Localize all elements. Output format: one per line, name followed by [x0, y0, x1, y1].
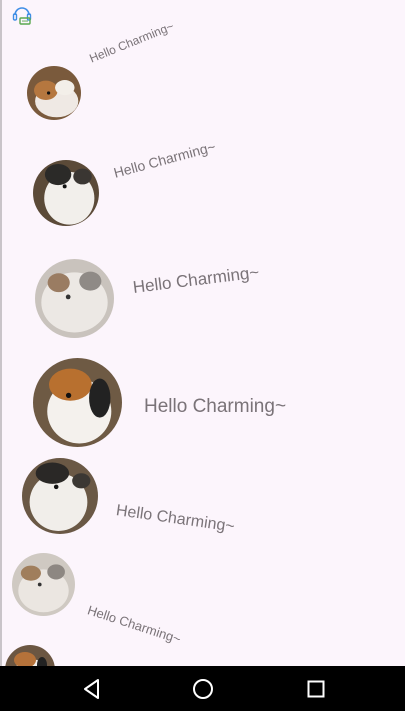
- guinea-pig-avatar: [22, 458, 98, 534]
- list-item-caption: Hello Charming~: [111, 138, 218, 181]
- home-circle-icon[interactable]: [188, 674, 218, 704]
- system-navigation-bar: [0, 666, 405, 711]
- guinea-pig-avatar: [33, 160, 99, 226]
- list-item-caption: Hello Charming~: [114, 502, 236, 536]
- guinea-pig-avatar: [12, 553, 75, 616]
- list-item-caption: Hello Charming~: [144, 396, 287, 417]
- back-triangle-icon[interactable]: [77, 674, 107, 704]
- guinea-pig-avatar: [27, 66, 81, 120]
- guinea-pig-avatar: [35, 259, 114, 338]
- list-item-caption: Hello Charming~: [85, 602, 183, 647]
- charming-list[interactable]: Hello Charming~ Hello Charming~ Hello Ch…: [0, 0, 405, 666]
- guinea-pig-avatar: [33, 358, 122, 447]
- list-item-caption: Hello Charming~: [87, 18, 176, 66]
- guinea-pig-avatar: [5, 645, 55, 666]
- recents-square-icon[interactable]: [301, 674, 331, 704]
- list-item-caption: Hello Charming~: [131, 262, 261, 297]
